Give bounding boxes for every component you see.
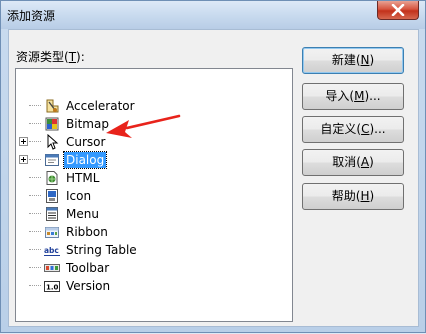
add-resource-dialog: 添加资源 资源类型(T): Accelerator Bitmap Cursor …	[0, 0, 426, 333]
annotation-arrow	[106, 114, 181, 138]
